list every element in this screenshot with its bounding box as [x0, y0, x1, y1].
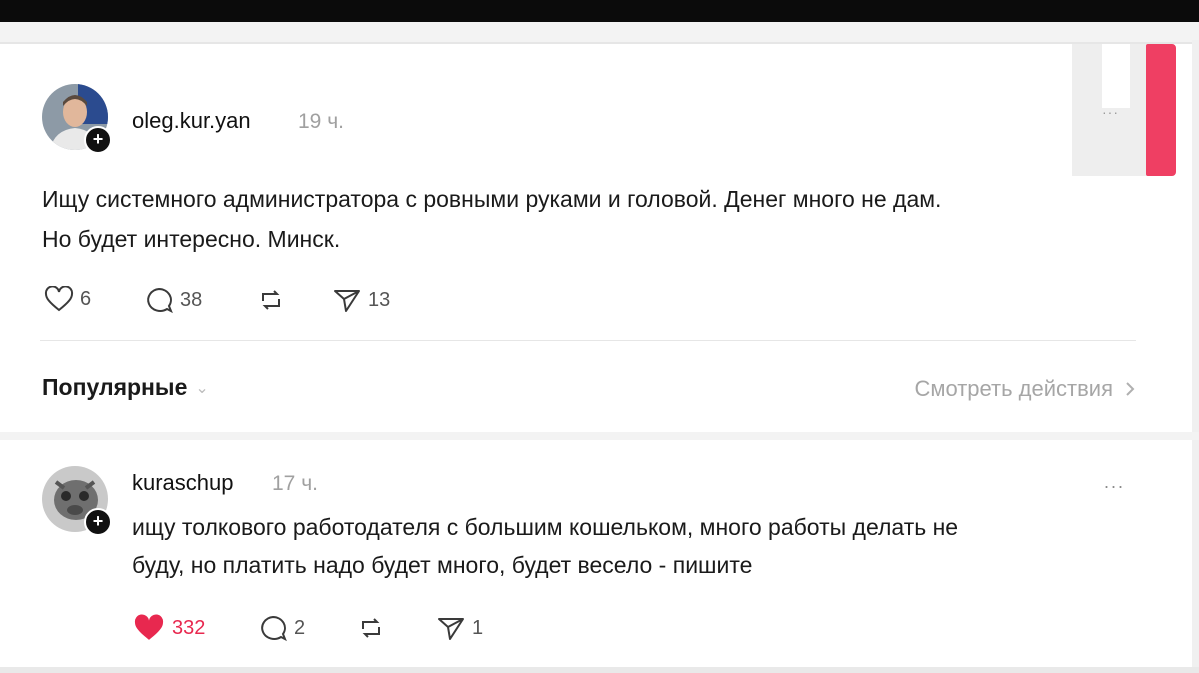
post-like-button[interactable]: 6	[44, 286, 91, 312]
post-send-button[interactable]: 13	[332, 286, 390, 314]
reply-text-line-1: ищу толкового работодателя с большим кош…	[132, 514, 959, 540]
view-activity-label: Смотреть действия	[914, 376, 1113, 401]
card-top-edge	[0, 42, 1199, 44]
reply-like-button[interactable]: 332	[132, 614, 205, 642]
reply-author-avatar[interactable]: +	[42, 466, 112, 536]
heart-icon	[134, 614, 164, 640]
comment-icon	[261, 615, 287, 642]
more-options-icon[interactable]: ...	[1104, 472, 1125, 493]
follow-plus-icon[interactable]: +	[84, 126, 112, 154]
reply-repost-button[interactable]	[356, 614, 386, 642]
bottom-edge	[0, 667, 1199, 673]
sort-label: Популярные	[42, 374, 188, 400]
reply-send-button[interactable]: 1	[436, 614, 483, 642]
channel-logo: ···	[1072, 44, 1180, 176]
divider	[40, 340, 1136, 341]
post-like-count: 6	[80, 287, 92, 310]
post-comment-button[interactable]: 38	[144, 286, 202, 314]
repost-icon	[362, 618, 380, 638]
post-share-count: 13	[368, 288, 391, 311]
heart-icon	[44, 286, 74, 312]
send-icon	[334, 290, 360, 312]
reply-comment-count: 2	[294, 616, 306, 639]
repost-icon	[262, 290, 280, 310]
post-comment-count: 38	[180, 288, 203, 311]
top-black-bar	[0, 0, 1199, 22]
post-repost-button[interactable]	[256, 286, 286, 314]
section-separator	[0, 432, 1199, 440]
reply-text-line-2: буду, но платить надо будет много, будет…	[132, 552, 753, 578]
chevron-down-icon: ⌄	[195, 379, 209, 397]
header-gap	[0, 22, 1199, 44]
post-author-avatar[interactable]: +	[42, 84, 112, 154]
post-text-line-2: Но будет интересно. Минск.	[42, 226, 341, 252]
chevron-right-icon	[1126, 382, 1135, 396]
comment-icon	[147, 287, 173, 314]
reply-share-count: 1	[472, 616, 484, 639]
right-edge	[1192, 40, 1199, 673]
reply-like-count: 332	[172, 616, 206, 639]
follow-plus-icon[interactable]: +	[84, 508, 112, 536]
send-icon	[438, 618, 464, 640]
reply-username[interactable]: kuraschup	[132, 470, 234, 496]
sort-dropdown[interactable]: Популярные ⌄	[42, 374, 209, 401]
post-username[interactable]: oleg.kur.yan	[132, 108, 251, 134]
view-activity-link[interactable]: Смотреть действия	[914, 376, 1135, 402]
post-text-line-1: Ищу системного администратора с ровными …	[42, 186, 942, 212]
reply-time: 17 ч.	[272, 472, 318, 495]
reply-comment-button[interactable]: 2	[258, 614, 305, 642]
post-time: 19 ч.	[298, 110, 344, 133]
